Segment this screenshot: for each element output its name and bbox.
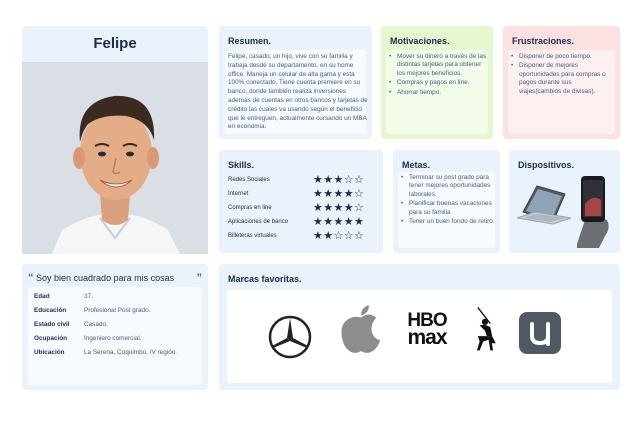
skill-name: Internet <box>228 191 249 197</box>
info-value: Casado. <box>84 321 108 328</box>
skill-name: Aplicaciones de banco <box>228 219 289 225</box>
skill-row: Redes Sociales ★★★☆☆ <box>228 174 378 187</box>
goal-item: Terminar su post grado para tener mejore… <box>399 174 495 199</box>
motivations-title: Motivaciones. <box>390 36 450 46</box>
portrait-illustration <box>22 62 208 254</box>
skill-name: Billeteras virtuales <box>228 233 277 239</box>
summary-card: Resumen. Felipe, casado, un hijo, vive c… <box>219 26 372 139</box>
max-text: max <box>407 326 447 349</box>
hbo-max-logo: HBO max <box>397 311 457 362</box>
uber-eats-style-logo <box>519 312 561 354</box>
goal-item: Planificar buenas vacaciones para su fam… <box>399 200 495 217</box>
motivation-item: Mover su dinero a través de las distinta… <box>387 53 487 78</box>
open-quote-icon: “ <box>28 272 34 284</box>
close-quote-icon: ” <box>196 272 203 284</box>
skill-row: Compras en line ★★★★☆ <box>228 202 378 215</box>
star-rating: ★★★★★ <box>313 216 365 228</box>
frustrations-list: Disponer de poco tiempo. Disponer de mej… <box>509 53 614 97</box>
skills-card: Skills. Redes Sociales ★★★☆☆ Internet ★★… <box>219 150 383 253</box>
star-rating: ★★★★☆ <box>313 188 365 200</box>
profile-name: Felipe <box>93 35 137 52</box>
star-rating: ★★★★☆ <box>313 202 365 214</box>
devices-title: Dispositivos. <box>518 160 575 170</box>
star-rating: ★★☆☆☆ <box>313 230 365 242</box>
laptop-phone-icon <box>516 176 609 248</box>
quote-info-card: “ Soy bien cuadrado para mis cosas ” Eda… <box>22 264 208 390</box>
summary-title: Resumen. <box>228 36 272 46</box>
apple-logo <box>341 304 381 353</box>
brands-title: Marcas favoritas. <box>228 274 302 284</box>
goals-card: Metas. Terminar su post grado para tener… <box>393 150 500 253</box>
summary-text: Felipe, casado, un hijo, vive con su fam… <box>228 53 368 131</box>
info-label: Estado civil <box>34 321 70 328</box>
frustrations-title: Frustraciones. <box>512 36 575 46</box>
skill-row: Aplicaciones de banco ★★★★★ <box>228 216 378 229</box>
frustrations-card: Frustraciones. Disponer de poco tiempo. … <box>503 26 620 139</box>
info-value: 37. <box>84 293 93 300</box>
info-value: Profesional Post grado. <box>84 307 151 314</box>
quote-text: Soy bien cuadrado para mis cosas <box>36 273 175 283</box>
motivation-item: Ahorrar tiempo. <box>387 89 487 98</box>
skills-title: Skills. <box>228 160 255 170</box>
skill-name: Compras en line <box>228 205 272 211</box>
info-label: Edad <box>34 293 50 300</box>
star-rating: ★★★☆☆ <box>313 174 365 186</box>
devices-card: Dispositivos. <box>509 150 620 253</box>
info-value: Ingeniero comercial. <box>84 335 142 342</box>
polo-ralph-lauren-logo <box>476 307 496 351</box>
motivation-item: Compras y pagos en line. <box>387 79 487 88</box>
motivations-card: Motivaciones. Mover su dinero a través d… <box>381 26 493 139</box>
profile-photo <box>22 62 208 254</box>
profile-card: Felipe <box>22 26 208 254</box>
frustration-item: Disponer de mejores oportunidades para c… <box>509 62 614 96</box>
frustration-item: Disponer de poco tiempo. <box>509 53 614 62</box>
skill-row: Internet ★★★★☆ <box>228 188 378 201</box>
skill-row: Billeteras virtuales ★★☆☆☆ <box>228 230 378 243</box>
info-label: Ocupación <box>34 335 68 342</box>
goals-list: Terminar su post grado para tener mejore… <box>399 174 495 227</box>
goals-title: Metas. <box>402 160 431 170</box>
goal-item: Tener un buen fondo de retiro. <box>399 218 495 227</box>
info-label: Educación <box>34 307 67 314</box>
motivations-list: Mover su dinero a través de las distinta… <box>387 53 487 98</box>
mercedes-benz-logo <box>268 315 312 359</box>
brands-inner: HBO max <box>227 290 612 383</box>
quote: “ Soy bien cuadrado para mis cosas ” <box>28 272 202 284</box>
brands-card: Marcas favoritas. HBO max <box>219 264 620 390</box>
info-label: Ubicación <box>34 349 65 356</box>
info-value: La Serena, Coquimbo, IV región. <box>84 349 178 356</box>
skill-name: Redes Sociales <box>228 177 270 183</box>
